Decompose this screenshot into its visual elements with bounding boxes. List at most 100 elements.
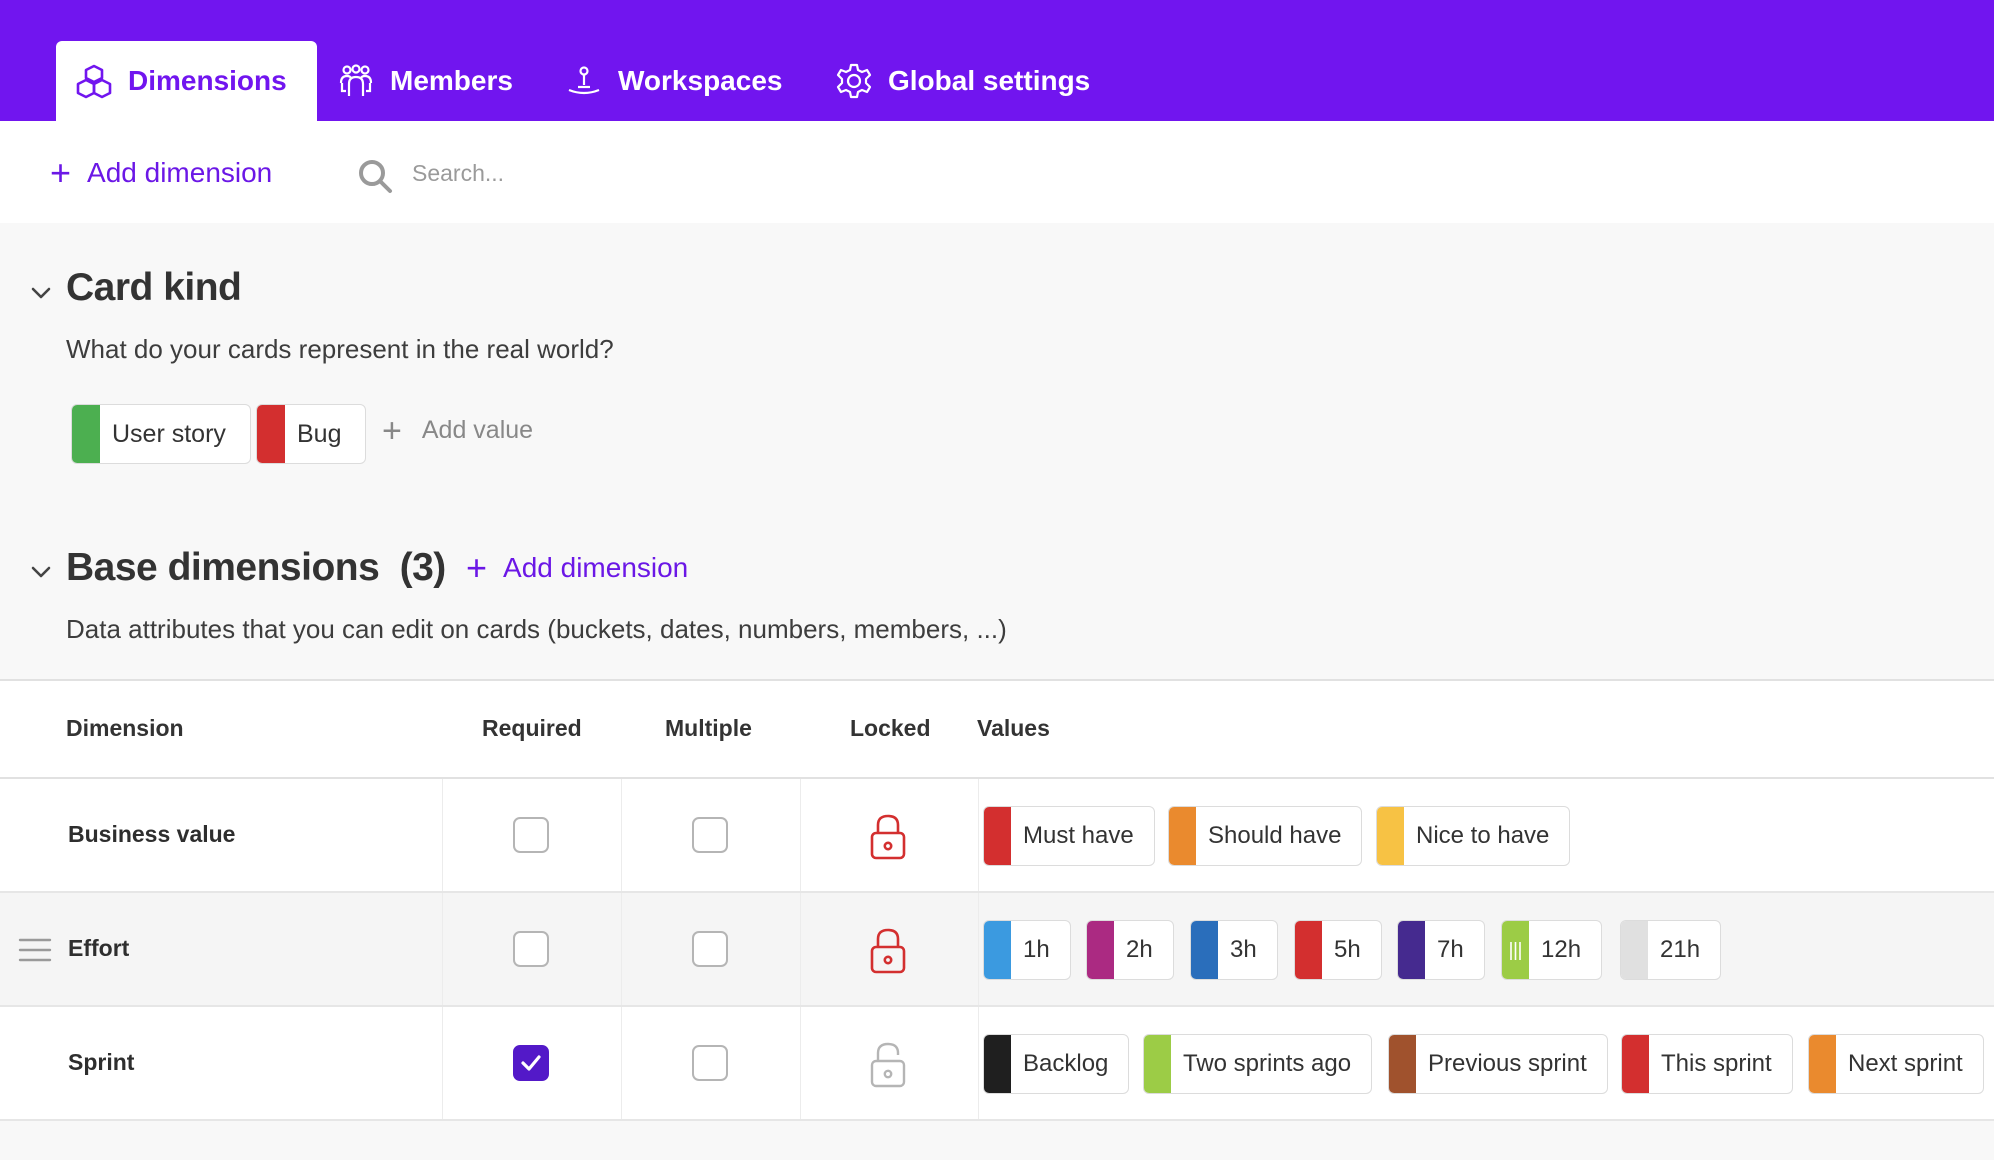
base-dimensions-title-text: Base dimensions [66, 546, 380, 589]
chip-label: Must have [1023, 822, 1134, 849]
column-divider [978, 779, 979, 891]
value-chip[interactable]: 12h [1501, 920, 1603, 980]
column-header-locked: Locked [850, 715, 931, 741]
color-swatch [257, 405, 285, 463]
chip-label: Should have [1208, 822, 1342, 849]
table-row[interactable]: Business value Must have Should have Nic… [0, 779, 1994, 893]
drag-grip-icon [1510, 942, 1521, 960]
table-row[interactable]: Sprint Backlog Two sprints ago Previous … [0, 1007, 1994, 1121]
value-chip[interactable]: Must have [983, 806, 1155, 866]
value-chip[interactable]: 3h [1190, 920, 1278, 980]
table-header: Dimension Required Multiple Locked Value… [0, 679, 1994, 779]
value-chip[interactable]: 21h [1620, 920, 1722, 980]
color-swatch [1377, 807, 1404, 865]
chip-label: 1h [1023, 936, 1050, 963]
color-swatch [1295, 921, 1322, 979]
tab-label: Members [390, 65, 513, 96]
color-swatch [1087, 921, 1114, 979]
value-chip[interactable]: 1h [983, 920, 1071, 980]
cubes-icon [74, 61, 114, 101]
add-dimension-button[interactable]: + Add dimension [50, 152, 273, 193]
value-chip[interactable]: Next sprint [1808, 1034, 1984, 1094]
column-header-values: Values [977, 715, 1050, 741]
chip-label: 2h [1126, 936, 1153, 963]
column-divider [621, 779, 622, 891]
column-header-required: Required [482, 715, 582, 741]
dimension-name[interactable]: Sprint [68, 1049, 134, 1076]
chip-label: User story [112, 419, 226, 448]
value-chip[interactable]: This sprint [1621, 1034, 1793, 1094]
search-icon [356, 157, 396, 197]
top-nav-bar: Dimensions Members Workspaces Global set… [0, 0, 1994, 121]
color-swatch [1144, 1035, 1171, 1093]
value-chip[interactable]: Should have [1168, 806, 1363, 866]
tab-members[interactable]: Members [336, 41, 513, 121]
lock-closed-icon[interactable] [868, 813, 908, 861]
toolbar: + Add dimension [0, 121, 1994, 223]
add-value-button[interactable]: + Add value [382, 411, 534, 450]
workspaces-icon [564, 61, 604, 101]
card-kind-value-chip[interactable]: User story [71, 404, 251, 464]
chip-label: Nice to have [1416, 822, 1550, 849]
multiple-checkbox[interactable] [692, 931, 728, 967]
required-checkbox[interactable] [513, 817, 549, 853]
chip-label: Backlog [1023, 1050, 1109, 1077]
lock-open-icon[interactable] [868, 1041, 908, 1089]
column-divider [800, 1007, 801, 1119]
color-swatch [72, 405, 100, 463]
gear-icon [834, 61, 874, 101]
color-swatch [984, 807, 1011, 865]
column-divider [442, 893, 443, 1005]
value-chip[interactable]: 2h [1086, 920, 1174, 980]
chip-label: Bug [297, 419, 342, 448]
add-dimension-label: Add dimension [503, 552, 689, 583]
members-icon [336, 61, 376, 101]
add-value-label: Add value [421, 416, 534, 444]
search-input[interactable] [412, 151, 912, 195]
column-divider [800, 779, 801, 891]
tab-label: Global settings [888, 65, 1091, 96]
column-header-multiple: Multiple [665, 715, 752, 741]
color-swatch [1389, 1035, 1416, 1093]
column-divider [442, 1007, 443, 1119]
card-kind-value-chip[interactable]: Bug [256, 404, 367, 464]
collapse-card-kind-chevron-icon[interactable] [28, 280, 54, 306]
required-checkbox[interactable] [513, 1045, 549, 1081]
color-swatch [1621, 921, 1648, 979]
column-divider [621, 893, 622, 1005]
plus-icon: + [382, 411, 402, 450]
add-dimension-label: Add dimension [87, 157, 273, 188]
value-chip[interactable]: Previous sprint [1388, 1034, 1608, 1094]
chip-label: Two sprints ago [1183, 1050, 1352, 1077]
add-base-dimension-button[interactable]: + Add dimension [466, 547, 689, 588]
lock-closed-icon[interactable] [868, 927, 908, 975]
value-chip[interactable]: Two sprints ago [1143, 1034, 1373, 1094]
multiple-checkbox[interactable] [692, 817, 728, 853]
tab-dimensions[interactable]: Dimensions [56, 41, 317, 121]
tab-workspaces[interactable]: Workspaces [564, 41, 782, 121]
multiple-checkbox[interactable] [692, 1045, 728, 1081]
dimension-name[interactable]: Effort [68, 935, 129, 962]
base-dimensions-title: Base dimensions (3) [66, 546, 446, 590]
value-chip[interactable]: 5h [1294, 920, 1382, 980]
color-swatch [1502, 921, 1529, 979]
tab-label: Dimensions [128, 65, 287, 96]
plus-icon: + [50, 152, 72, 193]
collapse-base-dimensions-chevron-icon[interactable] [28, 559, 54, 585]
tab-global-settings[interactable]: Global settings [834, 41, 1090, 121]
value-chip[interactable]: Nice to have [1376, 806, 1571, 866]
table-row[interactable]: Effort 1h 2h 3h 5h 7h 12h 21h [0, 893, 1994, 1007]
color-swatch [1809, 1035, 1836, 1093]
drag-handle-icon[interactable] [18, 937, 52, 963]
value-chip[interactable]: Backlog [983, 1034, 1130, 1094]
chip-label: 5h [1334, 936, 1361, 963]
plus-icon: + [466, 547, 488, 588]
dimension-name[interactable]: Business value [68, 821, 235, 848]
chip-label: This sprint [1661, 1050, 1772, 1077]
color-swatch [1191, 921, 1218, 979]
color-swatch [984, 1035, 1011, 1093]
value-chip[interactable]: 7h [1397, 920, 1485, 980]
required-checkbox[interactable] [513, 931, 549, 967]
page-bottom-area [0, 1122, 1994, 1160]
color-swatch [1169, 807, 1196, 865]
